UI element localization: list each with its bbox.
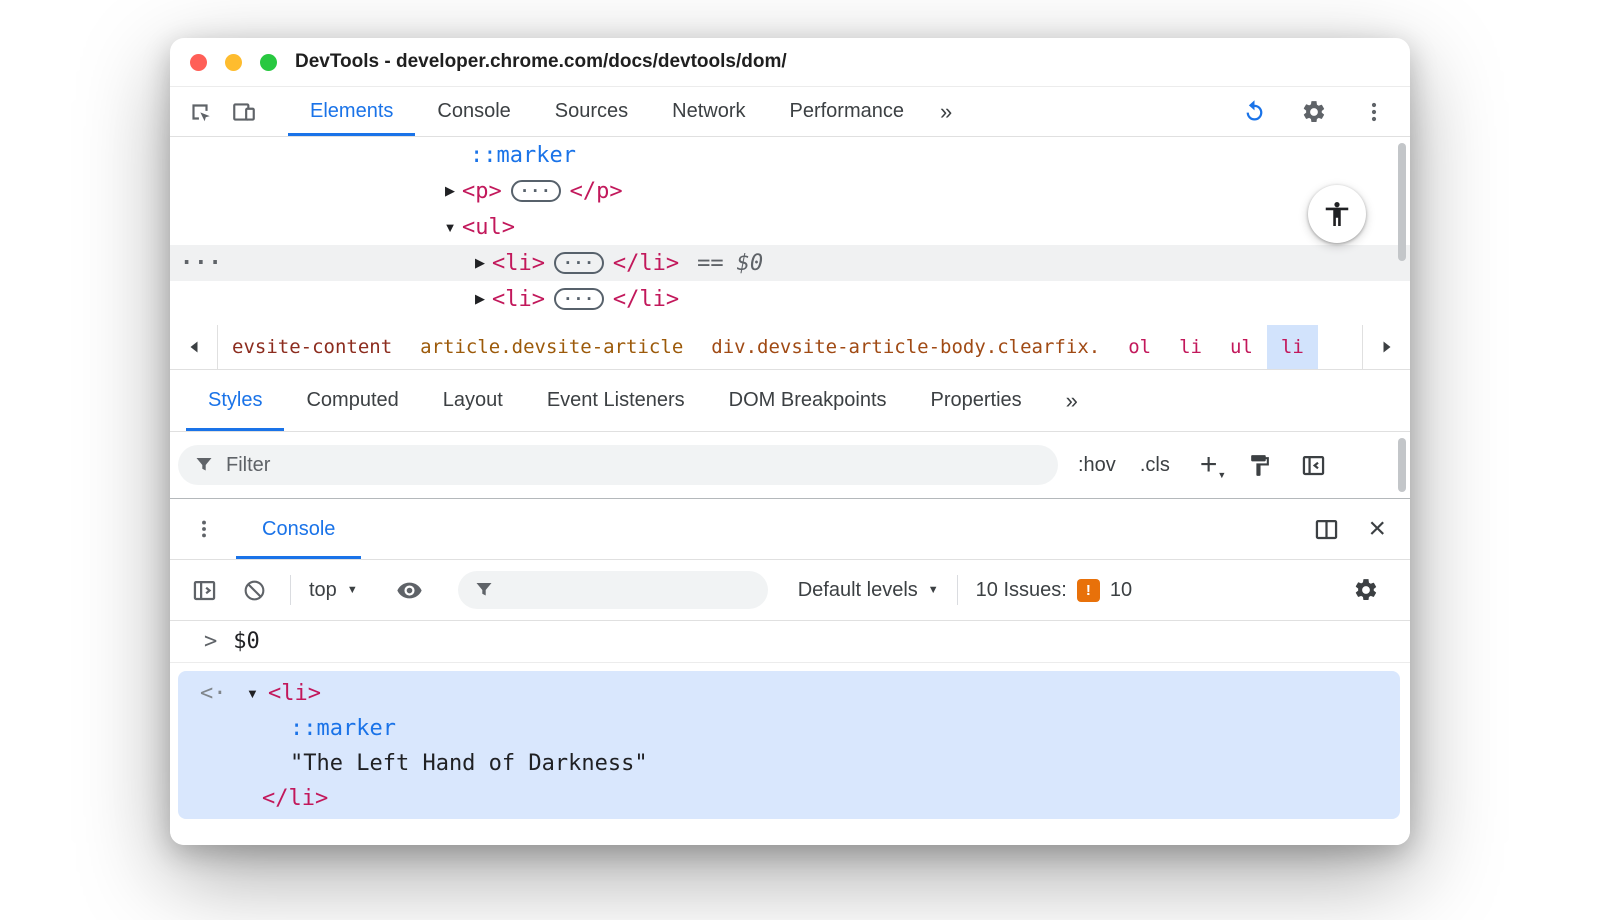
styles-scrollbar[interactable]	[1398, 438, 1406, 492]
breadcrumb-scroll-left-icon[interactable]	[170, 325, 218, 369]
ellipsis-expand-icon[interactable]: ···	[553, 252, 604, 274]
elements-scrollbar[interactable]	[1398, 143, 1406, 261]
expand-arrow-icon[interactable]: ▶	[468, 255, 492, 271]
tree-row-ul[interactable]: ▼ <ul>	[170, 209, 1410, 245]
tree-row-marker[interactable]: ::marker	[170, 137, 1410, 173]
console-toolbar: top ▼ Default levels ▼ 10 Issues: ! 10	[170, 560, 1410, 621]
devtools-window: DevTools - developer.chrome.com/docs/dev…	[170, 38, 1410, 845]
issues-warning-icon: !	[1076, 578, 1100, 602]
console-settings-gear-icon[interactable]	[1348, 572, 1384, 608]
breadcrumb-item[interactable]: ul	[1216, 325, 1267, 369]
console-filter-input[interactable]	[505, 578, 706, 602]
titlebar: DevTools - developer.chrome.com/docs/dev…	[170, 38, 1410, 87]
toggle-hover-state-button[interactable]: :hov	[1078, 454, 1116, 477]
divider	[290, 575, 291, 605]
tab-sources[interactable]: Sources	[533, 87, 650, 136]
chevron-down-icon: ▼	[927, 584, 939, 596]
tree-row-p[interactable]: ▶ <p> ··· </p>	[170, 173, 1410, 209]
accessibility-button[interactable]	[1308, 185, 1366, 243]
expand-arrow-icon[interactable]: ▶	[468, 291, 492, 307]
device-toolbar-icon[interactable]	[226, 94, 262, 130]
console-evaluated-expression[interactable]: > $0	[170, 621, 1410, 663]
drawer-header-right: ×	[1292, 499, 1410, 559]
breadcrumb-item[interactable]: evsite-content	[218, 325, 406, 369]
settings-gear-icon[interactable]	[1296, 94, 1332, 130]
window-title: DevTools - developer.chrome.com/docs/dev…	[295, 51, 787, 72]
tab-properties[interactable]: Properties	[909, 370, 1044, 431]
tab-performance[interactable]: Performance	[768, 87, 927, 136]
new-style-rule-button[interactable]: + ▼	[1200, 450, 1227, 480]
filter-funnel-icon	[196, 458, 212, 471]
styles-toolbar: :hov .cls + ▼	[170, 432, 1410, 498]
tab-styles[interactable]: Styles	[186, 370, 285, 431]
breadcrumb-item[interactable]: div.devsite-article-body.clearfix.	[697, 325, 1114, 369]
more-sidebar-tabs-icon[interactable]: »	[1044, 370, 1100, 431]
styles-filter-input[interactable]	[226, 453, 426, 477]
console-messages: > $0 <· ▼ <li> ::marker "The Left Hand o…	[170, 621, 1410, 845]
live-expression-eye-icon[interactable]	[392, 572, 428, 608]
accessibility-person-icon	[1325, 202, 1349, 226]
tab-console[interactable]: Console	[415, 87, 532, 136]
chevron-down-icon: ▼	[346, 584, 358, 596]
drawer-kebab-menu-icon[interactable]	[186, 511, 222, 547]
tree-row-li[interactable]: ▶ <li> ··· </li>	[170, 281, 1410, 317]
breadcrumb-item[interactable]: ol	[1114, 325, 1165, 369]
sync-icon[interactable]	[1236, 94, 1272, 130]
close-window-button[interactable]	[190, 53, 207, 71]
toggle-element-classes-button[interactable]: .cls	[1140, 454, 1170, 477]
divider	[956, 575, 958, 605]
styles-filter-field[interactable]	[178, 445, 1058, 485]
breadcrumb-scroll-right-icon[interactable]	[1362, 325, 1410, 369]
tab-layout[interactable]: Layout	[421, 370, 525, 431]
tab-event-listeners[interactable]: Event Listeners	[525, 370, 707, 431]
close-drawer-icon[interactable]: ×	[1368, 514, 1386, 544]
console-drawer-header: Console ×	[170, 498, 1410, 560]
panel-tabs: Elements Console Sources Network Perform…	[288, 87, 966, 136]
traffic-lights	[190, 53, 277, 71]
prompt-chevron-icon: >	[204, 629, 218, 654]
tab-network[interactable]: Network	[650, 87, 767, 136]
rendering-emulation-icon[interactable]	[1241, 447, 1277, 483]
log-levels-selector[interactable]: Default levels ▼	[798, 579, 939, 602]
collapse-arrow-icon[interactable]: ▼	[246, 686, 259, 701]
console-settings-wrap	[1348, 572, 1410, 608]
breadcrumb-item[interactable]: li	[1165, 325, 1216, 369]
breadcrumb-item-selected[interactable]: li	[1266, 325, 1318, 369]
node-menu-icon[interactable]: ···	[180, 251, 223, 276]
zoom-window-button[interactable]	[260, 53, 277, 71]
clear-console-icon[interactable]	[236, 572, 272, 608]
console-filter-field[interactable]	[457, 571, 768, 609]
sidebar-tabs: Styles Computed Layout Event Listeners D…	[170, 370, 1410, 432]
dollar-zero-ref: $0	[736, 250, 764, 276]
tab-computed[interactable]: Computed	[284, 370, 420, 431]
breadcrumb: evsite-content article.devsite-article d…	[170, 325, 1410, 370]
console-result-highlighted[interactable]: <· ▼ <li> ::marker "The Left Hand of Dar…	[178, 671, 1400, 819]
returned-value-icon: <·	[200, 681, 227, 706]
tab-dom-breakpoints[interactable]: DOM Breakpoints	[707, 370, 909, 431]
console-sidebar-icon[interactable]	[186, 572, 222, 608]
ellipsis-expand-icon[interactable]: ···	[510, 180, 561, 202]
split-panel-icon[interactable]	[1308, 511, 1344, 547]
toolbar-right	[1236, 87, 1410, 136]
collapse-arrow-icon[interactable]: ▼	[438, 220, 462, 235]
tree-row-li-selected[interactable]: ··· ▶ <li> ··· </li> == $0	[170, 245, 1410, 281]
breadcrumb-item[interactable]: article.devsite-article	[406, 325, 697, 369]
dock-sidebar-icon[interactable]	[1295, 447, 1331, 483]
issues-counter[interactable]: 10 Issues: ! 10	[976, 578, 1132, 602]
tab-elements[interactable]: Elements	[288, 87, 416, 136]
drawer-tab-console[interactable]: Console	[236, 499, 362, 559]
elements-tree: ::marker ▶ <p> ··· </p> ▼ <ul> ··· ▶ <li…	[170, 137, 1410, 325]
kebab-menu-icon[interactable]	[1356, 94, 1392, 130]
ellipsis-expand-icon[interactable]: ···	[553, 288, 604, 310]
filter-funnel-icon	[476, 583, 492, 596]
more-panels-icon[interactable]: »	[926, 87, 966, 136]
expand-arrow-icon[interactable]: ▶	[438, 183, 462, 199]
minimize-window-button[interactable]	[225, 53, 242, 71]
inspect-element-icon[interactable]	[182, 94, 218, 130]
execution-context-selector[interactable]: top ▼	[309, 579, 358, 602]
main-toolbar: Elements Console Sources Network Perform…	[170, 87, 1410, 137]
